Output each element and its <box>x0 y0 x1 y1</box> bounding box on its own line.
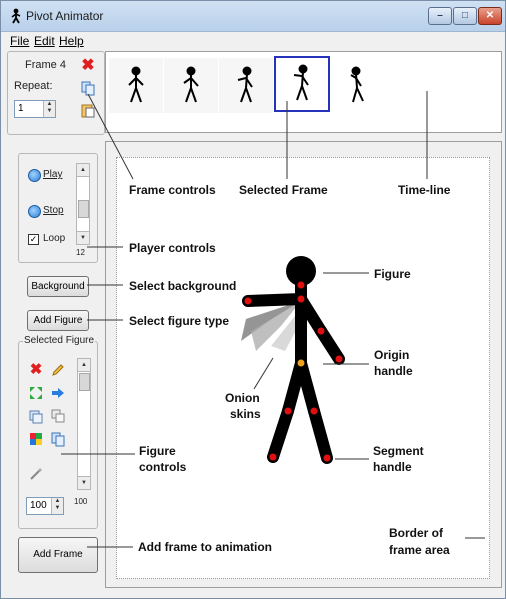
segment-handle[interactable] <box>297 281 305 289</box>
annotation-border-line2: frame area <box>389 543 450 557</box>
annotation-add-frame: Add frame to animation <box>138 540 273 554</box>
annotation-onion-skins-line1: Onion <box>225 391 260 405</box>
segment-handle[interactable] <box>323 454 331 462</box>
origin-handle[interactable] <box>297 359 305 367</box>
segment-handle[interactable] <box>244 297 252 305</box>
onion-skins <box>241 301 303 351</box>
annotation-select-background: Select background <box>129 279 237 293</box>
segment-handle[interactable] <box>310 407 318 415</box>
annotation-figure-controls-line2: controls <box>139 460 187 474</box>
annotation-frame-controls: Frame controls <box>129 183 216 197</box>
segment-handle[interactable] <box>335 355 343 363</box>
left-arm-segment[interactable] <box>242 293 307 307</box>
annotation-player-controls: Player controls <box>129 241 216 255</box>
annotation-selected-frame: Selected Frame <box>239 183 328 197</box>
right-shin-segment[interactable] <box>308 405 333 464</box>
segment-handle[interactable] <box>284 407 292 415</box>
right-lower-arm-segment[interactable] <box>315 325 345 365</box>
segment-handle[interactable] <box>317 327 325 335</box>
annotation-origin-handle-line1: Origin <box>374 348 410 362</box>
segment-handle[interactable] <box>297 295 305 303</box>
annotation-onion-skins-line2: skins <box>230 407 261 421</box>
stick-figure[interactable] <box>242 269 345 464</box>
segment-handle[interactable] <box>269 453 277 461</box>
annotation-figure: Figure <box>374 267 411 281</box>
annotation-segment-handle-line2: handle <box>373 460 412 474</box>
canvas-overlay <box>61 91 485 548</box>
annotation-figure-controls-line1: Figure <box>139 444 176 458</box>
annotation-timeline: Time-line <box>398 183 451 197</box>
annotation-origin-handle-line2: handle <box>374 364 413 378</box>
annotation-segment-handle-line1: Segment <box>373 444 424 458</box>
annotation-select-figure-type: Select figure type <box>129 314 230 328</box>
annotation-border-line1: Border of <box>389 526 443 540</box>
right-thigh-segment[interactable] <box>295 357 320 417</box>
left-shin-segment[interactable] <box>267 405 294 463</box>
app-window: Pivot Animator – □ ✕ File Edit Help Fram… <box>0 0 506 599</box>
